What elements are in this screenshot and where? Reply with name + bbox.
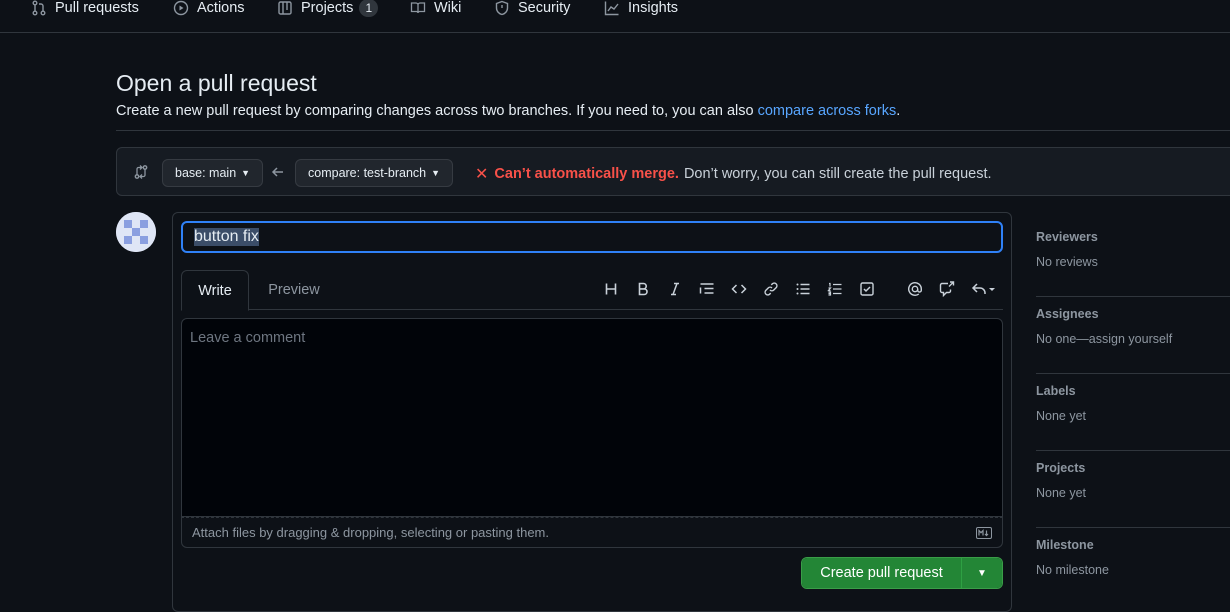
markdown-icon[interactable] <box>976 526 992 539</box>
page-title: Open a pull request <box>116 70 317 96</box>
nav-label: Projects <box>301 0 354 16</box>
pull-request-icon <box>32 0 46 16</box>
header-divider <box>116 130 1230 131</box>
caret-down-icon: ▼ <box>977 567 987 579</box>
x-icon: ✕ <box>475 166 489 183</box>
pr-sidebar: Reviewers No reviews Assignees No one—as… <box>1036 220 1230 605</box>
tab-write[interactable]: Write <box>181 270 249 311</box>
task-list-icon[interactable] <box>854 276 880 302</box>
sidebar-heading-reviewers[interactable]: Reviewers <box>1036 228 1230 244</box>
title-input-value: button fix <box>194 228 259 246</box>
nav-security[interactable]: Security <box>494 0 570 16</box>
attach-files-bar[interactable]: Attach files by dragging & dropping, sel… <box>181 517 1003 548</box>
caret-down-icon: ▼ <box>431 168 441 178</box>
caret-down-icon: ▼ <box>241 168 251 178</box>
sidebar-value-reviewers: No reviews <box>1036 255 1098 269</box>
repo-nav: Pull requests Actions Projects 1 Wiki Se… <box>0 0 1230 33</box>
compare-arrows-icon <box>134 165 148 179</box>
arrow-left-icon <box>271 167 283 177</box>
nav-label: Wiki <box>434 0 462 16</box>
nav-label: Security <box>518 0 571 16</box>
sidebar-reviewers: Reviewers No reviews <box>1036 220 1230 297</box>
subtitle-text: Create a new pull request by comparing c… <box>116 103 758 119</box>
italic-icon[interactable] <box>662 276 688 302</box>
saved-replies-dropdown[interactable] <box>966 276 1002 302</box>
nav-wiki[interactable]: Wiki <box>410 0 461 16</box>
sidebar-value-labels: None yet <box>1036 409 1087 423</box>
nav-label: Insights <box>628 0 678 16</box>
ordered-list-icon[interactable] <box>822 276 848 302</box>
merge-status-text: Don’t worry, you can still create the pu… <box>683 166 992 182</box>
heading-icon[interactable] <box>598 276 624 302</box>
pull-request-composer: button fix Write Preview Leave a comment… <box>172 212 1012 612</box>
page-subtitle: Create a new pull request by comparing c… <box>116 103 900 119</box>
graph-icon <box>604 1 619 16</box>
compare-branch-label: compare: test-branch <box>308 166 427 180</box>
editor-tabs: Write Preview <box>181 270 1003 311</box>
nav-label: Actions <box>197 0 245 16</box>
quote-icon[interactable] <box>694 276 720 302</box>
subtitle-period: . <box>896 103 901 119</box>
nav-label: Pull requests <box>55 0 139 16</box>
sidebar-heading-labels[interactable]: Labels <box>1036 382 1230 398</box>
identicon-icon <box>116 212 156 252</box>
avatar[interactable] <box>116 212 156 252</box>
reply-icon <box>971 283 995 294</box>
base-branch-select[interactable]: base: main ▼ <box>162 159 264 187</box>
create-options-dropdown[interactable]: ▼ <box>962 558 1002 588</box>
tab-preview[interactable]: Preview <box>249 270 339 310</box>
sidebar-labels: Labels None yet <box>1036 374 1230 451</box>
sidebar-milestone: Milestone No milestone <box>1036 528 1230 605</box>
sidebar-heading-milestone[interactable]: Milestone <box>1036 536 1230 552</box>
compare-across-forks-link[interactable]: compare across forks <box>758 103 897 119</box>
compare-range-bar: base: main ▼ compare: test-branch ▼ ✕ Can’… <box>116 147 1230 196</box>
merge-status: ✕ Can’t automatically merge. Don’t worry… <box>475 164 992 184</box>
sidebar-heading-projects[interactable]: Projects <box>1036 459 1230 475</box>
title-input[interactable]: button fix <box>181 221 1003 253</box>
shield-icon <box>495 0 509 16</box>
sidebar-value-milestone: No milestone <box>1036 563 1109 577</box>
create-pull-request-group: Create pull request ▼ <box>801 557 1003 589</box>
compare-branch-select[interactable]: compare: test-branch ▼ <box>295 159 454 187</box>
nav-pull-requests[interactable]: Pull requests <box>31 0 139 16</box>
cross-reference-icon[interactable] <box>934 276 960 302</box>
book-icon <box>410 2 426 14</box>
sidebar-projects: Projects None yet <box>1036 451 1230 528</box>
create-pull-request-button[interactable]: Create pull request <box>802 558 962 588</box>
link-icon[interactable] <box>758 276 784 302</box>
code-icon[interactable] <box>726 276 752 302</box>
comment-textarea[interactable]: Leave a comment <box>181 318 1003 517</box>
sidebar-heading-assignees[interactable]: Assignees <box>1036 305 1230 321</box>
projects-count-badge: 1 <box>359 0 379 17</box>
nav-projects[interactable]: Projects 1 <box>277 0 379 17</box>
attach-files-text: Attach files by dragging & dropping, sel… <box>192 525 549 540</box>
mention-icon[interactable] <box>902 276 928 302</box>
base-branch-label: base: main <box>175 166 237 180</box>
sidebar-assignees: Assignees No one—assign yourself <box>1036 297 1230 374</box>
table-icon <box>278 1 292 15</box>
merge-status-strong: Can’t automatically merge. <box>494 166 679 182</box>
nav-insights[interactable]: Insights <box>604 0 678 16</box>
unordered-list-icon[interactable] <box>790 276 816 302</box>
nav-actions[interactable]: Actions <box>173 0 245 16</box>
play-icon <box>173 0 189 16</box>
sidebar-value-projects: None yet <box>1036 486 1087 500</box>
bold-icon[interactable] <box>630 276 656 302</box>
sidebar-value-assignees[interactable]: No one—assign yourself <box>1036 332 1230 346</box>
